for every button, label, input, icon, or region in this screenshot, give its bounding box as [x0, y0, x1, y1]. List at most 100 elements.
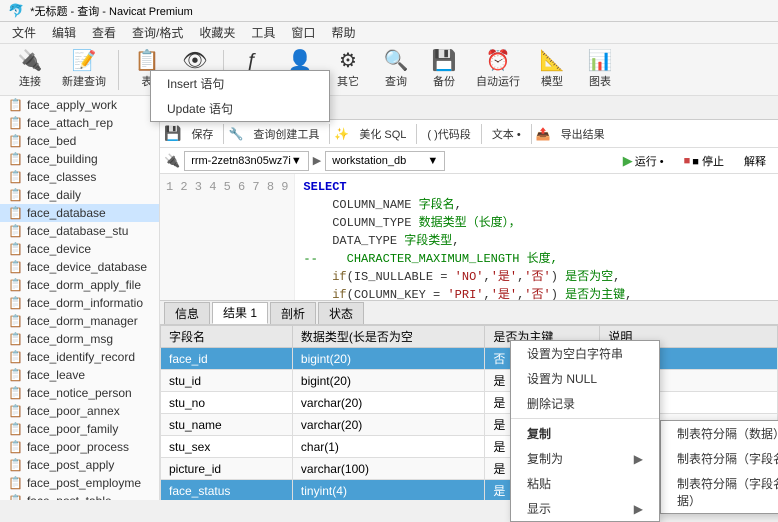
submenu-item-Insert-语句[interactable]: Insert 语句 [151, 71, 329, 96]
sidebar-item-face_attach_rep[interactable]: 📋face_attach_rep [0, 114, 159, 132]
arrow-icon: ▶ [313, 154, 321, 167]
menu-item-查看[interactable]: 查看 [84, 22, 124, 43]
autorun-label: 自动运行 [476, 73, 520, 89]
ctx-item-copy[interactable]: 复制 [511, 421, 659, 446]
result-tab-结果 1[interactable]: 结果 1 [212, 302, 268, 324]
menu-item-收藏夹[interactable]: 收藏夹 [191, 22, 243, 43]
menu-item-窗口[interactable]: 窗口 [283, 22, 323, 43]
copy-as-submenu: Insert 语句Update 语句 [150, 70, 330, 122]
ctx-item-paste[interactable]: 粘贴 [511, 471, 659, 496]
text-mode-button[interactable]: 文本 • [486, 124, 527, 144]
toolbar-btn-connect[interactable]: 🔌连接 [8, 48, 52, 92]
menu-item-编辑[interactable]: 编辑 [44, 22, 84, 43]
show-submenu-item[interactable]: 制表符分隔（数据） [661, 421, 778, 446]
toolbar-btn-model[interactable]: 📐模型 [530, 48, 574, 92]
database-select[interactable]: workstation_db ▼ [325, 151, 445, 171]
menu-item-工具[interactable]: 工具 [243, 22, 283, 43]
sidebar-item-face_post_apply[interactable]: 📋face_post_apply [0, 456, 159, 474]
toolbar-btn-autorun[interactable]: ⏰自动运行 [470, 48, 526, 92]
toolbar-btn-query[interactable]: 🔍查询 [374, 48, 418, 92]
face_classes-label: face_classes [27, 170, 96, 184]
face_building-label: face_building [27, 152, 98, 166]
explain-button[interactable]: 解释 [736, 151, 774, 171]
sidebar-item-face_post_table[interactable]: 📋face_post_table [0, 492, 159, 500]
face_apply_work-icon: 📋 [8, 98, 23, 112]
table-row[interactable]: face_idbigint(20)否ID [161, 348, 778, 370]
show-submenu-item[interactable]: 制表符分隔（字段名） [661, 446, 778, 471]
table-cell: varchar(20) [292, 414, 485, 436]
result-tab-剖析[interactable]: 剖析 [270, 302, 316, 324]
face_notice_person-label: face_notice_person [27, 386, 132, 400]
table-row[interactable]: stu_idbigint(20)是学生ID [161, 370, 778, 392]
sidebar-item-face_device[interactable]: 📋face_device [0, 240, 159, 258]
result-tab-信息[interactable]: 信息 [164, 302, 210, 324]
query-builder-button[interactable]: 查询创建工具 [247, 124, 325, 144]
sidebar-item-face_classes[interactable]: 📋face_classes [0, 168, 159, 186]
face_identify_record-icon: 📋 [8, 350, 23, 364]
sidebar-item-face_poor_process[interactable]: 📋face_poor_process [0, 438, 159, 456]
sidebar-item-face_post_employme[interactable]: 📋face_post_employme [0, 474, 159, 492]
menu-item-文件[interactable]: 文件 [4, 22, 44, 43]
face_database_stu-label: face_database_stu [27, 224, 128, 238]
menu-item-查询/格式[interactable]: 查询/格式 [124, 22, 191, 43]
col-header-字段名: 字段名 [161, 326, 293, 348]
face_poor_process-label: face_poor_process [27, 440, 129, 454]
toolbar-btn-chart[interactable]: 📊图表 [578, 48, 622, 92]
code-content[interactable]: SELECT COLUMN_NAME 字段名, COLUMN_TYPE 数据类型… [295, 174, 778, 300]
sidebar-item-face_leave[interactable]: 📋face_leave [0, 366, 159, 384]
menu-item-帮助[interactable]: 帮助 [323, 22, 363, 43]
table-cell: stu_no [161, 392, 293, 414]
toolbar-btn-new-query[interactable]: 📝新建查询 [56, 48, 112, 92]
table-cell: bigint(20) [292, 370, 485, 392]
sidebar-item-face_poor_family[interactable]: 📋face_poor_family [0, 420, 159, 438]
sidebar-item-face_bed[interactable]: 📋face_bed [0, 132, 159, 150]
face_dorm_msg-label: face_dorm_msg [27, 332, 113, 346]
show-submenu-item[interactable]: 制表符分隔（字段名和数据） [661, 471, 778, 513]
submenu-item-Update-语句[interactable]: Update 语句 [151, 96, 329, 121]
run-label: 运行 • [635, 153, 664, 169]
backup-icon: 💾 [432, 51, 457, 71]
sidebar-item-face_identify_record[interactable]: 📋face_identify_record [0, 348, 159, 366]
export-result-button[interactable]: 导出结果 [555, 124, 611, 144]
sidebar-item-face_dorm_manager[interactable]: 📋face_dorm_manager [0, 312, 159, 330]
face_device-label: face_device [27, 242, 91, 256]
face_daily-label: face_daily [27, 188, 81, 202]
editor-area[interactable]: 1 2 3 4 5 6 7 8 9 SELECT COLUMN_NAME 字段名… [160, 174, 778, 300]
run-icon: ▶ [623, 153, 633, 169]
toolbar-separator-2 [118, 50, 119, 90]
sidebar-item-face_dorm_informatio[interactable]: 📋face_dorm_informatio [0, 294, 159, 312]
sidebar-item-face_dorm_msg[interactable]: 📋face_dorm_msg [0, 330, 159, 348]
beautify-icon: ✨ [334, 127, 349, 141]
divider2 [329, 124, 330, 144]
code-snippet-button[interactable]: ( )代码段 [421, 124, 476, 144]
toolbar-btn-other[interactable]: ⚙其它 [326, 48, 370, 92]
result-tab-状态[interactable]: 状态 [318, 302, 364, 324]
backup-label: 备份 [433, 73, 455, 89]
stop-button[interactable]: ■ ■ 停止 [676, 151, 732, 171]
ctx-item-delete-record[interactable]: 删除记录 [511, 391, 659, 416]
sidebar-item-face_device_database[interactable]: 📋face_device_database [0, 258, 159, 276]
table-cell: stu_sex [161, 436, 293, 458]
sidebar-item-face_notice_person[interactable]: 📋face_notice_person [0, 384, 159, 402]
connection-select[interactable]: rrm-2zetn83n05wz7i ▼ [184, 151, 309, 171]
sidebar-item-face_building[interactable]: 📋face_building [0, 150, 159, 168]
face_dorm_apply_file-icon: 📋 [8, 278, 23, 292]
save-button[interactable]: 保存 [185, 124, 219, 144]
beautify-sql-button[interactable]: 美化 SQL [353, 124, 412, 144]
context-menu[interactable]: 设置为空白字符串设置为 NULL删除记录复制复制为▶粘贴显示▶ [510, 340, 660, 522]
sidebar-item-face_database_stu[interactable]: 📋face_database_stu [0, 222, 159, 240]
ctx-item-set-null-char[interactable]: 设置为空白字符串 [511, 341, 659, 366]
sidebar-item-face_poor_annex[interactable]: 📋face_poor_annex [0, 402, 159, 420]
sidebar-item-face_database[interactable]: 📋face_database [0, 204, 159, 222]
ctx-item-set-null[interactable]: 设置为 NULL [511, 366, 659, 391]
toolbar-btn-backup[interactable]: 💾 备份 [422, 48, 466, 92]
run-button[interactable]: ▶ 运行 • [615, 151, 672, 171]
sidebar-item-face_dorm_apply_file[interactable]: 📋face_dorm_apply_file [0, 276, 159, 294]
sidebar-item-face_apply_work[interactable]: 📋face_apply_work [0, 96, 159, 114]
chart-icon: 📊 [588, 51, 613, 71]
query-icon: 🔍 [384, 51, 409, 71]
ctx-item-copy-as[interactable]: 复制为▶ [511, 446, 659, 471]
sidebar-item-face_daily[interactable]: 📋face_daily [0, 186, 159, 204]
connect-icon: 🔌 [18, 51, 43, 71]
table-row[interactable]: stu_novarchar(20)是学号 [161, 392, 778, 414]
